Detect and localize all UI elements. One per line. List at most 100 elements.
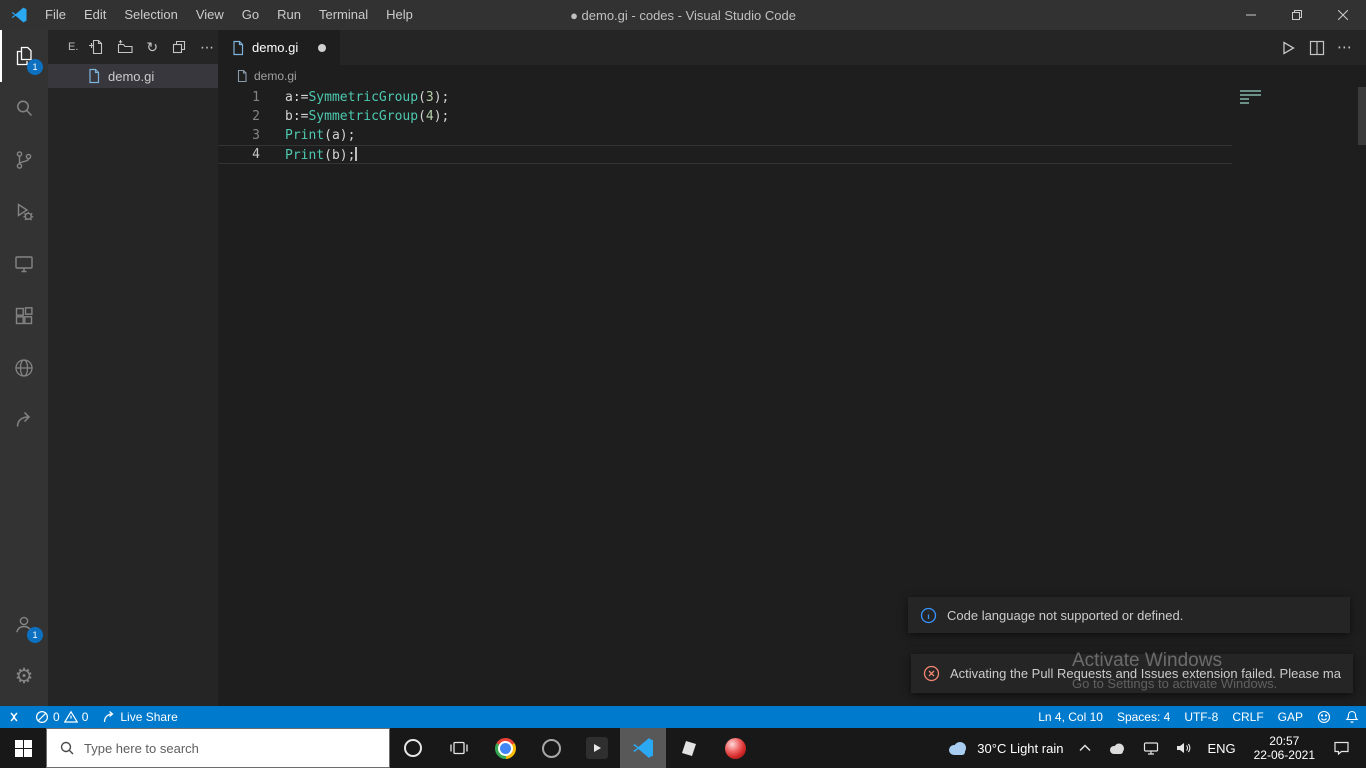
- activity-github[interactable]: [0, 342, 48, 394]
- code-line-2[interactable]: 2 b:=SymmetricGroup(4);: [218, 107, 1232, 126]
- search-icon: [59, 740, 75, 756]
- restore-button[interactable]: [1274, 0, 1320, 30]
- tab-label: demo.gi: [252, 40, 299, 55]
- input-language-button[interactable]: ENG: [1199, 728, 1243, 768]
- breadcrumb-item: demo.gi: [254, 69, 297, 83]
- window-controls: [1228, 0, 1366, 30]
- hidden-icons-button[interactable]: [1071, 728, 1099, 768]
- new-folder-icon[interactable]: [117, 39, 133, 55]
- code-lines: 1 a:=SymmetricGroup(3); 2 b:=SymmetricGroup…: [218, 88, 1232, 164]
- search-input[interactable]: [84, 740, 377, 756]
- activity-source-control[interactable]: [0, 134, 48, 186]
- title-bar: File Edit Selection View Go Run Terminal…: [0, 0, 1366, 30]
- close-button[interactable]: [1320, 0, 1366, 30]
- weather-widget[interactable]: 30°C Light rain: [938, 728, 1071, 768]
- feedback-button[interactable]: [1310, 706, 1338, 728]
- menu-bar: File Edit Selection View Go Run Terminal…: [36, 0, 422, 30]
- windows-logo-icon: [14, 739, 32, 757]
- minimize-button[interactable]: [1228, 0, 1274, 30]
- cursor-position[interactable]: Ln 4, Col 10: [1031, 706, 1110, 728]
- media-app-button[interactable]: [574, 728, 620, 768]
- sphere-app-button[interactable]: [712, 728, 758, 768]
- taskbar-search[interactable]: [46, 728, 390, 768]
- run-file-icon[interactable]: [1279, 39, 1297, 57]
- menu-terminal[interactable]: Terminal: [310, 0, 377, 30]
- menu-go[interactable]: Go: [233, 0, 268, 30]
- live-share-button[interactable]: Live Share: [95, 706, 184, 728]
- chrome-icon: [494, 737, 516, 759]
- activity-remote-explorer[interactable]: [0, 238, 48, 290]
- file-item-demo-gi[interactable]: demo.gi: [48, 64, 218, 88]
- language-mode[interactable]: GAP: [1271, 706, 1310, 728]
- problems-indicator[interactable]: 0 0: [28, 706, 95, 728]
- encoding[interactable]: UTF-8: [1177, 706, 1225, 728]
- weather-text: 30°C Light rain: [977, 740, 1064, 756]
- chevron-up-icon: [1079, 744, 1091, 752]
- new-file-icon[interactable]: [88, 39, 104, 55]
- line-number: 3: [252, 128, 260, 143]
- run-debug-icon: [12, 200, 36, 224]
- menu-help[interactable]: Help: [377, 0, 422, 30]
- code-text: a:=SymmetricGroup(3);: [285, 90, 450, 105]
- chrome-button[interactable]: [482, 728, 528, 768]
- vscode-taskbar-button[interactable]: [620, 728, 666, 768]
- collapse-all-icon[interactable]: [171, 39, 187, 55]
- activity-explorer[interactable]: 1: [0, 30, 48, 82]
- menu-edit[interactable]: Edit: [75, 0, 115, 30]
- menu-view[interactable]: View: [187, 0, 233, 30]
- code-text: Print(a);: [285, 128, 356, 143]
- explorer-badge: 1: [27, 59, 43, 75]
- action-center-button[interactable]: [1325, 728, 1358, 768]
- task-view-button[interactable]: [436, 728, 482, 768]
- cortana-button[interactable]: [390, 728, 436, 768]
- text-cursor: [355, 146, 357, 161]
- action-center-icon: [1333, 740, 1350, 756]
- notifications-bell-button[interactable]: [1338, 706, 1366, 728]
- notification-error[interactable]: Activating the Pull Requests and Issues …: [911, 654, 1353, 693]
- cloud-icon: [1107, 742, 1127, 755]
- errors-count: 0: [53, 710, 60, 724]
- onedrive-button[interactable]: [1099, 728, 1135, 768]
- split-editor-icon[interactable]: [1309, 40, 1325, 56]
- globe-icon: [12, 356, 36, 380]
- more-actions-icon[interactable]: ⋯: [1337, 40, 1352, 55]
- white-app-button[interactable]: [666, 728, 712, 768]
- vscode-logo-icon: [631, 736, 655, 760]
- breadcrumb[interactable]: demo.gi: [218, 65, 1366, 87]
- code-line-4[interactable]: 4 Print(b);: [218, 145, 1232, 164]
- menu-file[interactable]: File: [36, 0, 75, 30]
- remote-indicator[interactable]: [0, 706, 28, 728]
- notification-info[interactable]: Code language not supported or defined.: [908, 597, 1350, 633]
- clock[interactable]: 20:57 22-06-2021: [1244, 734, 1325, 762]
- warnings-count: 0: [81, 710, 89, 724]
- refresh-icon[interactable]: ↻: [146, 40, 158, 54]
- tab-demo-gi[interactable]: demo.gi: [218, 30, 340, 65]
- obs-button[interactable]: [528, 728, 574, 768]
- activity-run-debug[interactable]: [0, 186, 48, 238]
- settings-button[interactable]: ⚙: [0, 650, 48, 702]
- volume-button[interactable]: [1167, 728, 1199, 768]
- line-number: 2: [252, 109, 260, 124]
- status-bar: 0 0 Live Share Ln 4, Col 10 Spaces: 4 UT…: [0, 706, 1366, 728]
- indentation[interactable]: Spaces: 4: [1110, 706, 1177, 728]
- notification-message: Code language not supported or defined.: [947, 607, 1184, 623]
- unsaved-dot-icon[interactable]: [318, 43, 327, 52]
- network-button[interactable]: [1135, 728, 1167, 768]
- start-button[interactable]: [0, 728, 46, 768]
- white-app-icon: [679, 738, 699, 758]
- accounts-button[interactable]: 1: [0, 598, 48, 650]
- more-actions-icon[interactable]: ⋯: [200, 40, 214, 54]
- minimap-line: [1240, 98, 1249, 100]
- eol-sequence[interactable]: CRLF: [1225, 706, 1270, 728]
- extensions-icon: [12, 304, 36, 328]
- code-line-3[interactable]: 3 Print(a);: [218, 126, 1232, 145]
- code-line-1[interactable]: 1 a:=SymmetricGroup(3);: [218, 88, 1232, 107]
- menu-run[interactable]: Run: [268, 0, 310, 30]
- activity-search[interactable]: [0, 82, 48, 134]
- file-icon: [235, 69, 249, 83]
- editor-scrollbar[interactable]: [1358, 87, 1366, 145]
- activity-extensions[interactable]: [0, 290, 48, 342]
- activity-live-share[interactable]: [0, 394, 48, 446]
- line-number: 1: [252, 90, 260, 105]
- menu-selection[interactable]: Selection: [115, 0, 186, 30]
